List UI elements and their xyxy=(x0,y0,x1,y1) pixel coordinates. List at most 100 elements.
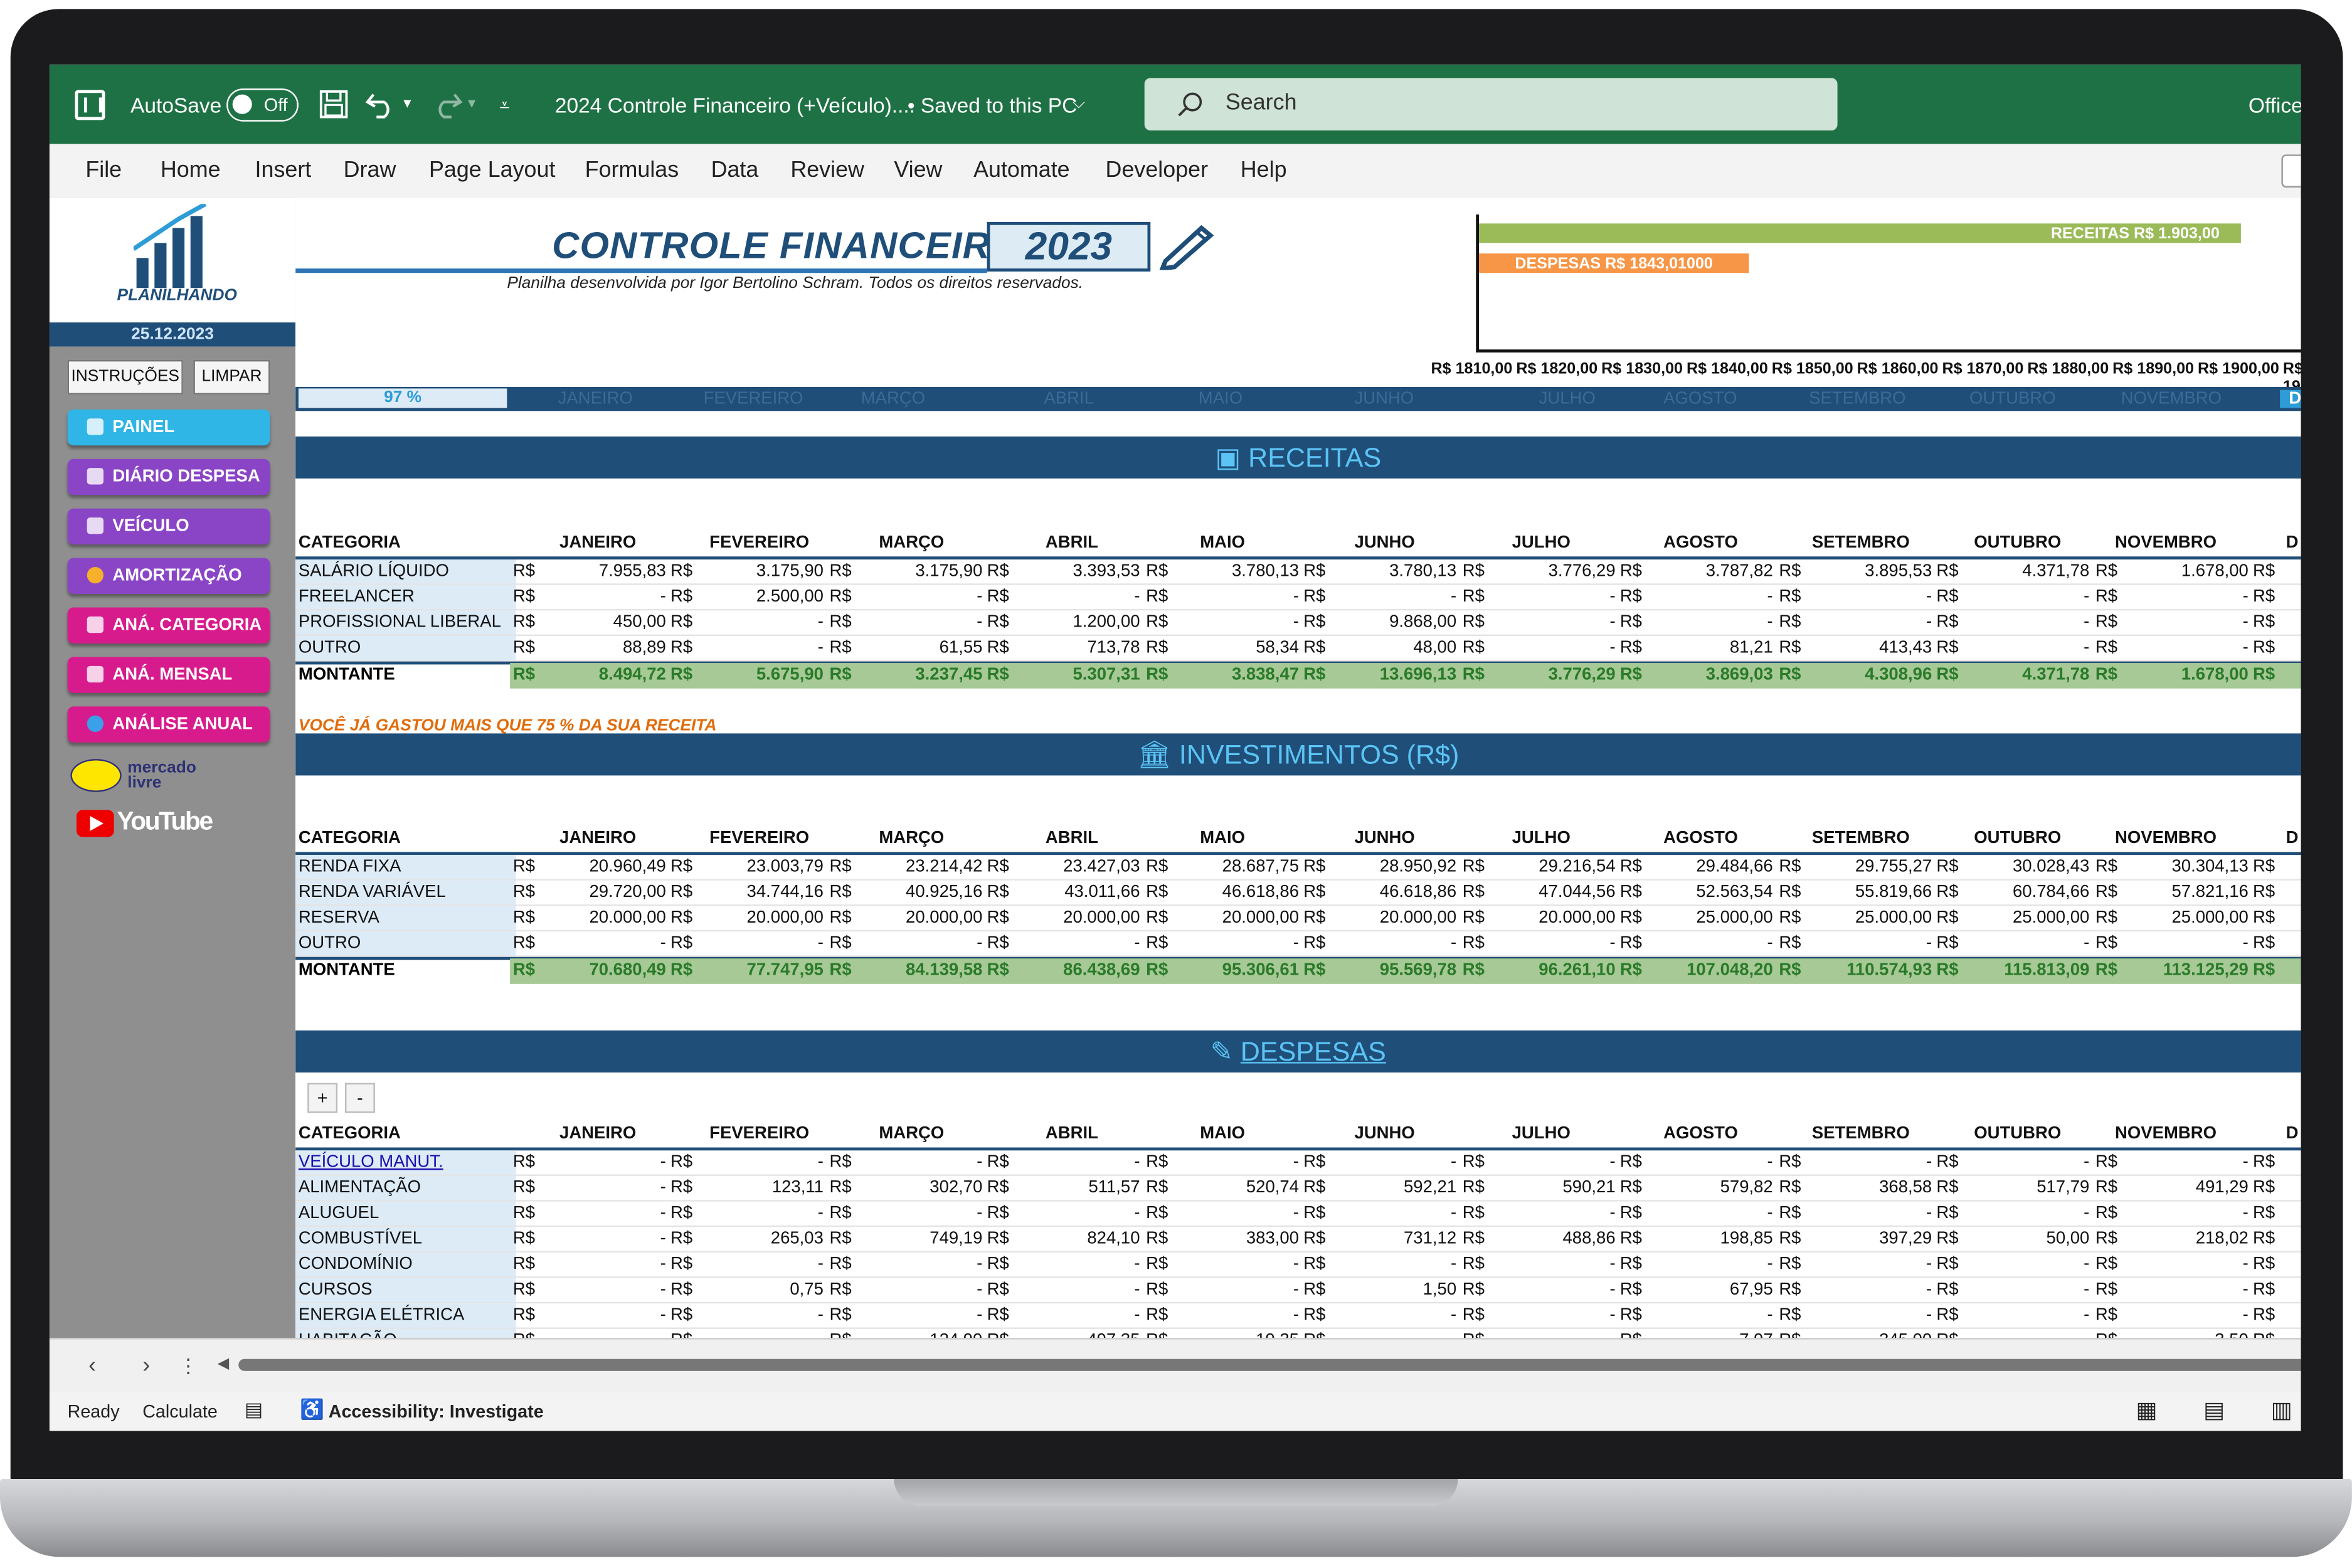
painel-button[interactable]: PAINEL xyxy=(67,409,270,446)
value-cell[interactable]: - xyxy=(1926,613,1932,632)
value-cell[interactable]: - xyxy=(1451,1256,1456,1274)
month-bar-item[interactable]: OUTUBRO xyxy=(1969,390,2056,408)
customize-qat-icon[interactable]: ⩡ xyxy=(499,95,509,117)
value-cell[interactable]: 34.744,16 xyxy=(747,884,824,902)
value-cell[interactable]: 25.000,00 xyxy=(2013,909,2089,927)
value-cell[interactable]: 20.000,00 xyxy=(747,909,824,927)
value-cell[interactable]: 123,11 xyxy=(772,1179,824,1197)
veiculo-button[interactable]: VEÍCULO xyxy=(67,508,270,545)
page-layout-view-icon[interactable]: ▤ xyxy=(2203,1396,2225,1424)
value-cell[interactable]: 265,03 xyxy=(771,1230,824,1248)
value-cell[interactable]: 20.000,00 xyxy=(1539,909,1615,927)
year-input[interactable]: 2023 xyxy=(987,221,1151,272)
youtube-label[interactable]: YouTube xyxy=(117,807,214,837)
value-cell[interactable]: - xyxy=(977,1306,982,1325)
table-row[interactable]: COMBUSTÍVEL R$ R$ R$ R$ R$ R$ R$ R$ R$ R$ R$ R$ -265,… xyxy=(295,1227,2301,1253)
value-cell[interactable]: - xyxy=(2084,1256,2089,1274)
save-icon[interactable] xyxy=(319,90,348,119)
value-cell[interactable]: 20.000,00 xyxy=(1222,909,1299,927)
value-cell[interactable]: - xyxy=(1293,1153,1299,1172)
value-cell[interactable]: 28.687,75 xyxy=(1222,858,1299,876)
value-cell[interactable]: - xyxy=(1293,613,1299,632)
value-cell[interactable]: 511,57 xyxy=(1088,1179,1140,1197)
value-cell[interactable]: - xyxy=(1609,1204,1615,1222)
value-cell[interactable]: - xyxy=(660,588,666,606)
value-cell[interactable]: 7.955,83 xyxy=(599,563,666,581)
value-cell[interactable]: - xyxy=(1767,1256,1773,1274)
table-row[interactable]: OUTRO R$ R$ R$ R$ R$ R$ R$ R$ R$ R$ R$ R$ - - - - - - - - - - - xyxy=(295,931,2301,957)
redo-dropdown-icon[interactable]: ▾ xyxy=(468,96,475,112)
value-cell[interactable]: 20.000,00 xyxy=(1063,909,1140,927)
value-cell[interactable]: - xyxy=(2243,1306,2249,1325)
value-cell[interactable]: 497,35 xyxy=(1087,1332,1140,1338)
despesas-title[interactable]: DESPESAS xyxy=(1241,1037,1386,1067)
month-bar-item[interactable]: SETEMBRO xyxy=(1809,390,1905,408)
table-row[interactable]: ALUGUEL R$ R$ R$ R$ R$ R$ R$ R$ R$ R$ R$ R$ - - - - - - - - -… xyxy=(295,1201,2301,1227)
value-cell[interactable]: 3,50 xyxy=(2215,1332,2249,1338)
value-cell[interactable]: - xyxy=(1134,1256,1140,1274)
value-cell[interactable]: 46.618,86 xyxy=(1380,884,1456,902)
value-cell[interactable]: 345,00 xyxy=(1879,1332,1932,1338)
value-cell[interactable]: - xyxy=(2084,588,2089,606)
value-cell[interactable]: - xyxy=(1767,613,1773,632)
value-cell[interactable]: 20.960,49 xyxy=(589,858,665,876)
value-cell[interactable]: - xyxy=(660,1153,666,1172)
value-cell[interactable]: - xyxy=(660,1179,666,1197)
value-cell[interactable]: - xyxy=(1293,1281,1299,1299)
value-cell[interactable]: 47.044,56 xyxy=(1539,884,1615,902)
value-cell[interactable]: - xyxy=(1134,1153,1140,1172)
add-row-button[interactable]: + xyxy=(307,1083,338,1113)
tab-developer[interactable]: Developer xyxy=(1106,157,1209,183)
value-cell[interactable]: 20.000,00 xyxy=(589,909,665,927)
value-cell[interactable]: 520,74 xyxy=(1246,1179,1299,1197)
value-cell[interactable]: - xyxy=(1926,1153,1932,1172)
tab-draw[interactable]: Draw xyxy=(344,157,396,183)
macro-record-icon[interactable]: ▤ xyxy=(245,1398,263,1422)
diario-despesa-button[interactable]: DIÁRIO DESPESA xyxy=(67,458,270,495)
month-bar-item[interactable]: JANEIRO xyxy=(558,390,633,408)
undo-dropdown-icon[interactable]: ▾ xyxy=(403,96,411,112)
month-bar-item[interactable]: MARÇO xyxy=(861,390,925,408)
value-cell[interactable]: 61,55 xyxy=(940,639,983,657)
value-cell[interactable]: - xyxy=(977,1281,982,1299)
value-cell[interactable]: - xyxy=(660,1306,666,1325)
amortizacao-button[interactable]: AMORTIZAÇÃO xyxy=(67,558,270,595)
value-cell[interactable]: - xyxy=(1451,1306,1456,1325)
value-cell[interactable]: - xyxy=(1767,1306,1773,1325)
value-cell[interactable]: 1.200,00 xyxy=(1073,613,1140,632)
tab-insert[interactable]: Insert xyxy=(255,157,312,183)
value-cell[interactable]: - xyxy=(2084,935,2089,953)
account-name[interactable]: Office xyxy=(2249,93,2301,117)
value-cell[interactable]: - xyxy=(818,1332,824,1338)
value-cell[interactable]: 383,00 xyxy=(1246,1230,1299,1248)
value-cell[interactable]: - xyxy=(660,1256,666,1274)
normal-view-icon[interactable]: ▦ xyxy=(2136,1396,2157,1424)
mercado-livre-label[interactable]: mercado livre xyxy=(127,760,217,791)
value-cell[interactable]: - xyxy=(1926,1256,1932,1274)
value-cell[interactable]: 3.895,53 xyxy=(1865,563,1932,581)
value-cell[interactable]: - xyxy=(977,588,982,606)
table-row[interactable]: RENDA VARIÁVEL R$ R$ R$ R$ R$ R$ R$ R$ R$ R$ R$ R$ 29… xyxy=(295,880,2301,906)
value-cell[interactable]: - xyxy=(1293,588,1299,606)
value-cell[interactable]: - xyxy=(660,1204,666,1222)
value-cell[interactable]: 488,86 xyxy=(1562,1230,1615,1248)
value-cell[interactable]: 3.393,53 xyxy=(1073,563,1140,581)
value-cell[interactable]: - xyxy=(2084,613,2089,632)
value-cell[interactable]: - xyxy=(1609,1332,1615,1338)
value-cell[interactable]: 3.175,90 xyxy=(915,563,982,581)
value-cell[interactable]: - xyxy=(818,1153,824,1172)
value-cell[interactable]: - xyxy=(660,1332,666,1338)
value-cell[interactable]: - xyxy=(1293,1306,1299,1325)
value-cell[interactable]: 58,34 xyxy=(1256,639,1299,657)
value-cell[interactable]: - xyxy=(2243,588,2249,606)
value-cell[interactable]: - xyxy=(818,1306,824,1325)
table-row[interactable]: RESERVA R$ R$ R$ R$ R$ R$ R$ R$ R$ R$ R$ R$ 20.000,00… xyxy=(295,906,2301,932)
horizontal-scrollbar[interactable] xyxy=(238,1359,2301,1371)
value-cell[interactable]: 1.678,00 xyxy=(2181,563,2249,581)
table-row[interactable]: CURSOS R$ R$ R$ R$ R$ R$ R$ R$ R$ R$ R$ R$ -0,75- - -1,… xyxy=(295,1278,2301,1304)
value-cell[interactable]: - xyxy=(1609,1256,1615,1274)
table-row[interactable]: ALIMENTAÇÃO R$ R$ R$ R$ R$ R$ R$ R$ R$ R$ R$ R$ -123,… xyxy=(295,1175,2301,1202)
limpar-button[interactable]: LIMPAR xyxy=(193,359,270,395)
value-cell[interactable]: - xyxy=(1767,1153,1773,1172)
value-cell[interactable]: - xyxy=(660,1281,666,1299)
